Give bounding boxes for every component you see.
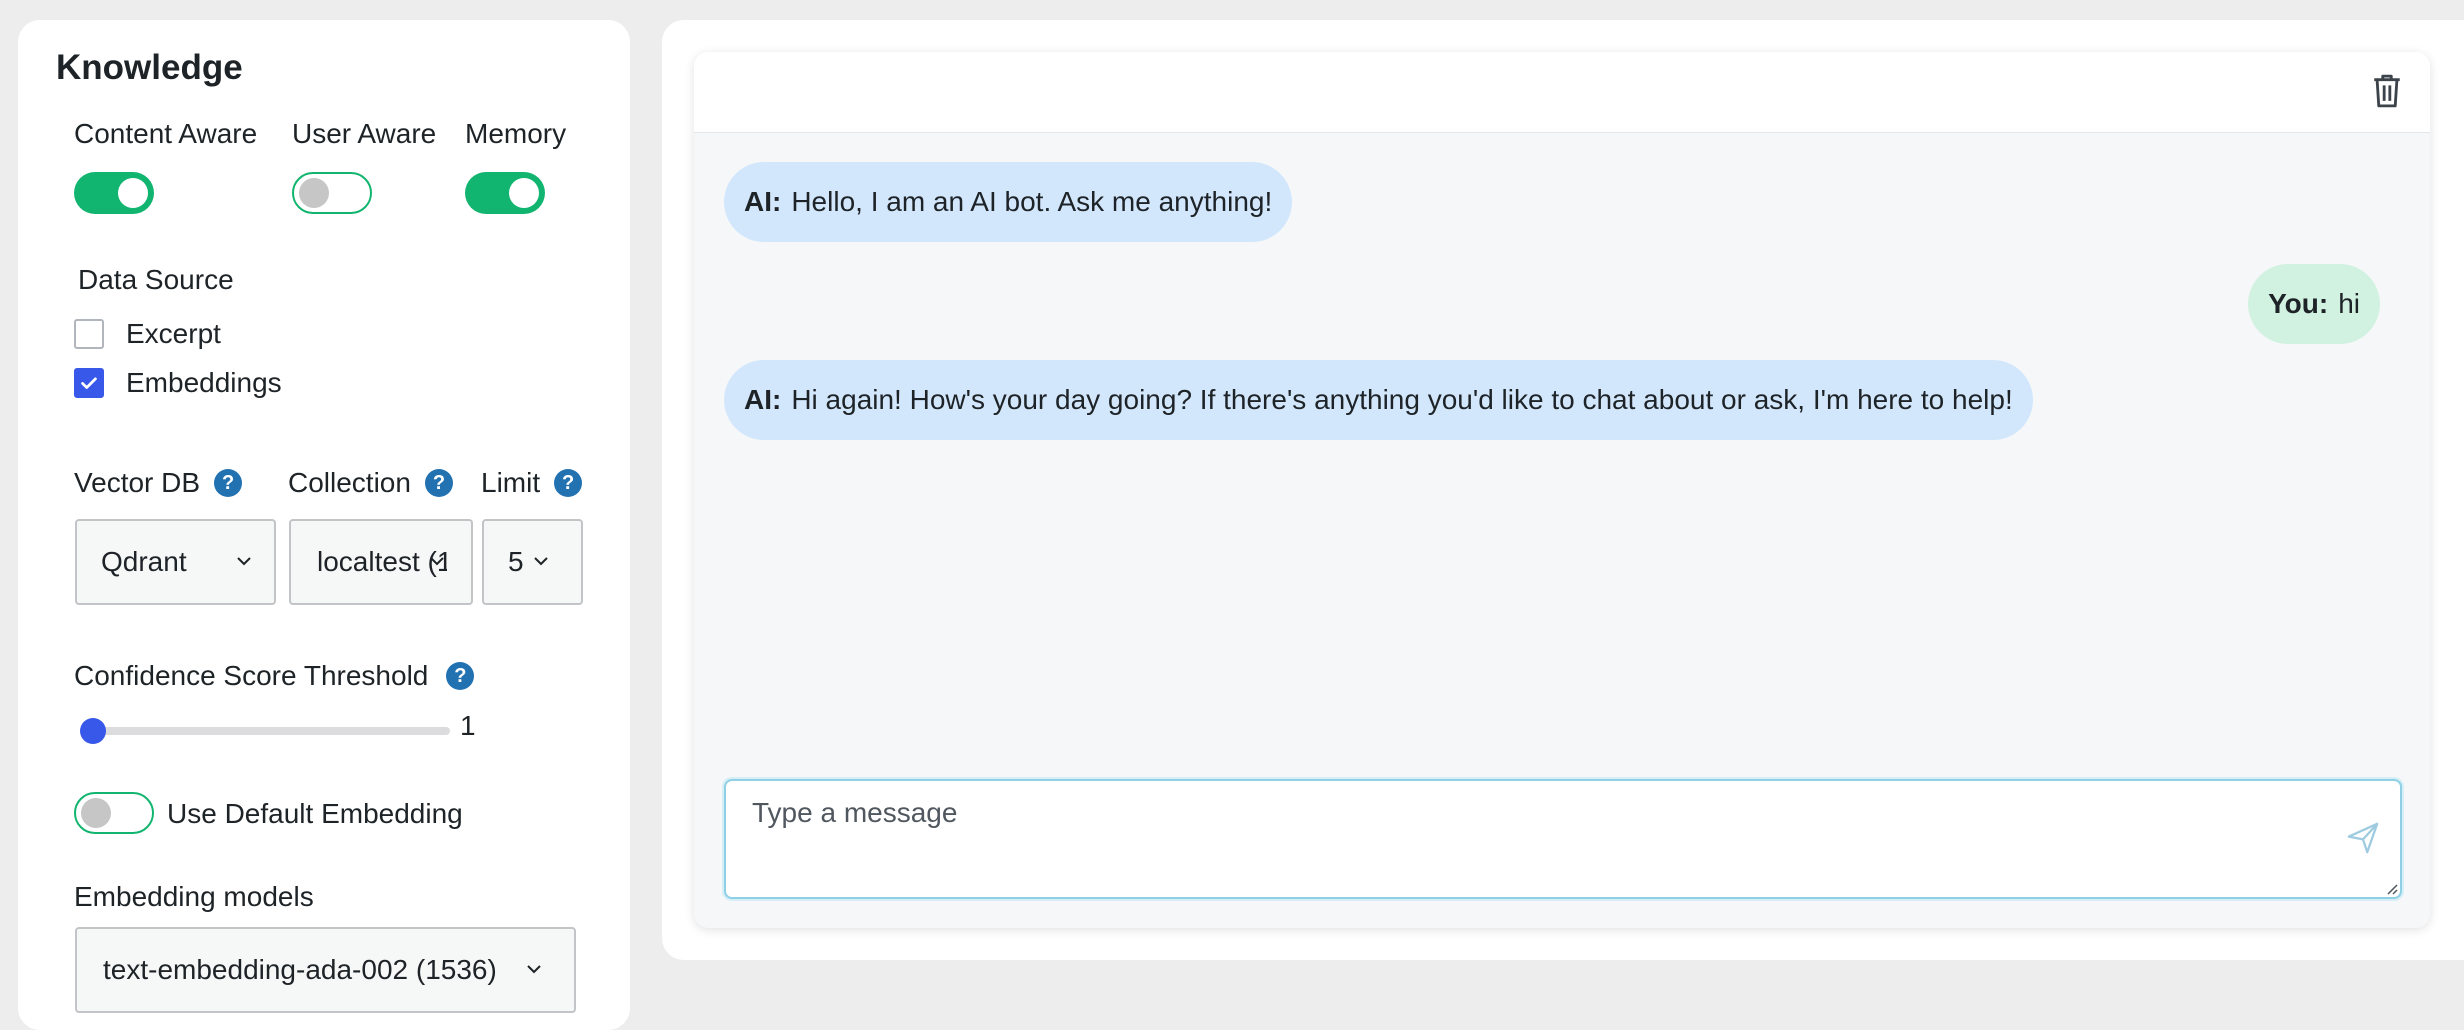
memory-group: Memory: [465, 118, 566, 214]
default-embedding-toggle[interactable]: [74, 792, 154, 834]
embeddings-option[interactable]: Embeddings: [74, 367, 282, 399]
knowledge-title: Knowledge: [56, 48, 243, 87]
content-aware-label: Content Aware: [74, 118, 258, 149]
toggle-knob: [299, 178, 329, 208]
chevron-down-icon: [430, 557, 444, 566]
excerpt-checkbox[interactable]: [74, 319, 104, 349]
message-role: AI:: [744, 186, 782, 217]
help-icon[interactable]: ?: [446, 662, 475, 690]
message-text: hi: [2338, 288, 2360, 319]
memory-toggle[interactable]: [465, 172, 545, 214]
content-aware-toggle[interactable]: [74, 172, 154, 214]
collection-label-row: Collection ?: [288, 467, 453, 499]
chat-message-ai: AI: Hi again! How's your day going? If t…: [724, 360, 2033, 440]
vector-db-select[interactable]: Qdrant: [75, 519, 276, 605]
help-icon[interactable]: ?: [424, 469, 453, 497]
embeddings-checkbox[interactable]: [74, 368, 104, 398]
toggle-knob: [118, 178, 148, 208]
content-aware-group: Content Aware: [74, 118, 257, 214]
limit-value: 5: [508, 546, 524, 577]
default-embedding-label: Use Default Embedding: [167, 798, 463, 829]
vector-db-value: Qdrant: [101, 546, 187, 577]
toggle-knob: [81, 798, 111, 828]
limit-label: Limit: [481, 467, 541, 498]
excerpt-label: Excerpt: [126, 318, 221, 349]
chat-message-ai: AI: Hello, I am an AI bot. Ask me anythi…: [724, 162, 1293, 242]
limit-label-row: Limit ?: [481, 467, 583, 499]
collection-select[interactable]: localtest (1: [289, 519, 473, 605]
resize-grip-icon[interactable]: [2384, 881, 2398, 895]
embeddings-label: Embeddings: [126, 367, 282, 398]
checkmark-icon: [81, 377, 97, 389]
confidence-label: Confidence Score Threshold: [74, 660, 429, 691]
chevron-down-icon: [527, 965, 541, 974]
memory-label: Memory: [465, 118, 567, 149]
message-composer: [724, 779, 2402, 899]
confidence-slider-thumb[interactable]: [80, 718, 106, 744]
help-icon[interactable]: ?: [214, 469, 243, 497]
message-role: You:: [2268, 288, 2329, 319]
confidence-label-row: Confidence Score Threshold ?: [74, 660, 475, 692]
trash-icon[interactable]: [2370, 72, 2404, 110]
embedding-models-select[interactable]: text-embedding-ada-002 (1536): [75, 927, 576, 1013]
vector-db-label-row: Vector DB ?: [74, 467, 243, 499]
limit-select[interactable]: 5: [482, 519, 583, 605]
vector-db-label: Vector DB: [74, 467, 201, 498]
data-source-title: Data Source: [78, 264, 234, 295]
confidence-value: 1: [460, 710, 476, 741]
message-text: Hello, I am an AI bot. Ask me anything!: [791, 186, 1273, 217]
send-icon[interactable]: [2346, 821, 2380, 855]
excerpt-option[interactable]: Excerpt: [74, 318, 221, 350]
help-icon[interactable]: ?: [554, 469, 583, 497]
message-text: Hi again! How's your day going? If there…: [791, 384, 2013, 415]
chat-message-user: You: hi: [2248, 264, 2380, 344]
user-aware-label: User Aware: [292, 118, 437, 149]
confidence-slider-track[interactable]: [84, 727, 450, 735]
chevron-down-icon: [237, 557, 251, 566]
user-aware-toggle[interactable]: [292, 172, 372, 214]
chevron-down-icon: [534, 557, 548, 566]
chat-header: [694, 52, 2430, 133]
user-aware-group: User Aware: [292, 118, 436, 214]
message-role: AI:: [744, 384, 782, 415]
chat-window: AI: Hello, I am an AI bot. Ask me anythi…: [694, 52, 2430, 928]
embedding-models-label: Embedding models: [74, 881, 314, 912]
toggle-knob: [509, 178, 539, 208]
message-input[interactable]: [726, 781, 2400, 897]
collection-label: Collection: [288, 467, 411, 498]
embedding-models-value: text-embedding-ada-002 (1536): [103, 954, 497, 985]
